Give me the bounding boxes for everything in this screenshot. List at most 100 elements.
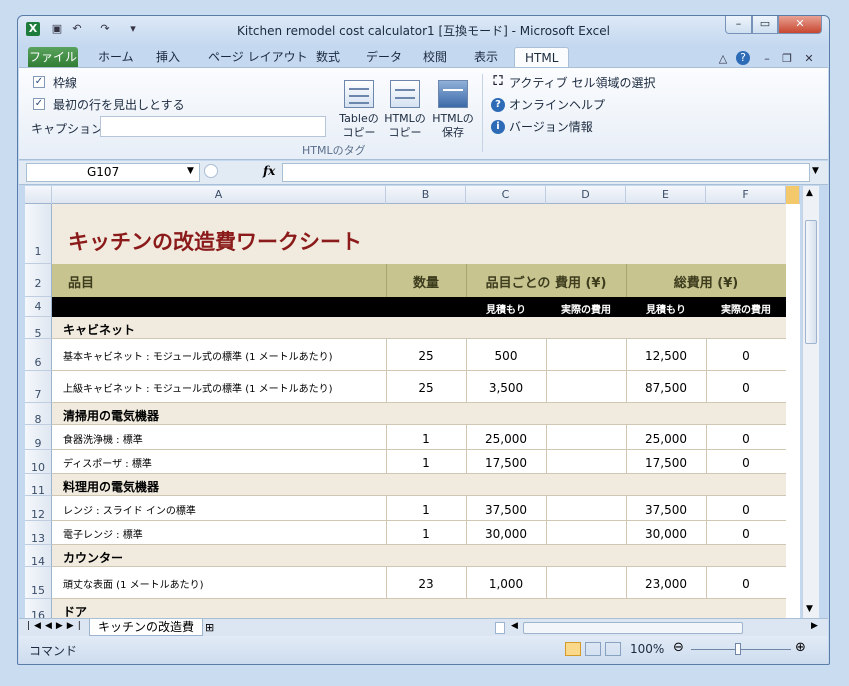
actual-total-cell[interactable]: 0 [706, 381, 786, 395]
row-header-16[interactable]: 16 [25, 599, 52, 618]
insert-sheet-icon[interactable]: ⊞ [205, 621, 214, 634]
item-label[interactable]: 基本キャビネット : モジュール式の標準 (1 メートルあたり) [63, 348, 383, 363]
select-active-region-button[interactable]: アクティブ セル領域の選択 [509, 74, 656, 91]
header-total-cost[interactable]: 総費用 (¥) [626, 272, 786, 291]
subheader-actual-1[interactable]: 実際の費用 [546, 301, 626, 316]
row-header-14[interactable]: 14 [25, 545, 52, 568]
actual-total-cell[interactable]: 0 [706, 503, 786, 517]
estimate-cost-cell[interactable]: 1,000 [466, 577, 546, 591]
quantity-cell[interactable]: 1 [386, 503, 466, 517]
scroll-down-icon[interactable]: ▼ [806, 604, 813, 614]
row-header-1[interactable]: 1 [25, 204, 52, 264]
formula-input[interactable] [282, 163, 810, 182]
item-label[interactable]: 電子レンジ : 標準 [63, 526, 383, 541]
normal-view-icon[interactable] [565, 642, 581, 656]
column-header-f[interactable]: F [706, 186, 786, 204]
estimate-total-cell[interactable]: 17,500 [626, 456, 706, 470]
quantity-cell[interactable]: 1 [386, 456, 466, 470]
estimate-cost-cell[interactable]: 30,000 [466, 527, 546, 541]
save-html-button[interactable]: HTMLの 保存 [429, 80, 477, 140]
subheader-estimate-2[interactable]: 見積もり [626, 301, 706, 316]
actual-total-cell[interactable]: 0 [706, 349, 786, 363]
tab-formulas[interactable]: 数式 [306, 47, 350, 68]
row-header-8[interactable]: 8 [25, 403, 52, 426]
row-header-12[interactable]: 12 [25, 496, 52, 521]
scroll-up-icon[interactable]: ▲ [806, 188, 813, 198]
scroll-left-icon[interactable]: ◀ [511, 621, 518, 631]
tab-html[interactable]: HTML [514, 47, 570, 68]
estimate-total-cell[interactable]: 23,000 [626, 577, 706, 591]
name-box-dropdown-icon[interactable]: ▼ [187, 166, 194, 176]
close-button[interactable]: ✕ [778, 16, 822, 34]
column-header-a[interactable]: A [52, 186, 386, 204]
row-header-10[interactable]: 10 [25, 450, 52, 474]
row-header-9[interactable]: 9 [25, 425, 52, 450]
quantity-cell[interactable]: 1 [386, 432, 466, 446]
category-label[interactable]: キャビネット [63, 321, 383, 338]
worksheet-grid[interactable]: A B C D E F 1 キッチンの改造費ワークシート 2 品目 数量 品目ご… [25, 186, 800, 618]
copy-html-button[interactable]: HTMLの コピー [381, 80, 429, 140]
estimate-cost-cell[interactable]: 17,500 [466, 456, 546, 470]
insert-function-icon[interactable]: fx [263, 164, 275, 178]
column-header-b[interactable]: B [386, 186, 466, 204]
column-header-e[interactable]: E [626, 186, 706, 204]
quantity-cell[interactable]: 1 [386, 527, 466, 541]
formula-expand-icon[interactable]: ▼ [812, 166, 819, 176]
caption-input[interactable] [100, 116, 326, 137]
tab-page-layout[interactable]: ページ レイアウト [198, 47, 318, 68]
actual-total-cell[interactable]: 0 [706, 432, 786, 446]
tab-view[interactable]: 表示 [464, 47, 508, 68]
vertical-scrollbar[interactable]: ▲ ▼ [802, 186, 819, 618]
item-label[interactable]: 頑丈な表面 (1 メートルあたり) [63, 576, 383, 591]
help-icon[interactable]: ? [736, 51, 750, 65]
tab-split-handle[interactable] [495, 622, 505, 634]
actual-total-cell[interactable]: 0 [706, 527, 786, 541]
copy-table-button[interactable]: Tableの コピー [335, 80, 383, 140]
maximize-button[interactable]: ▭ [752, 16, 778, 34]
item-label[interactable]: 食器洗浄機 : 標準 [63, 431, 383, 446]
minimize-button[interactable]: – [725, 16, 752, 34]
actual-total-cell[interactable]: 0 [706, 577, 786, 591]
name-box[interactable]: G107 [26, 163, 200, 182]
header-quantity[interactable]: 数量 [386, 272, 466, 291]
column-header-g[interactable] [786, 186, 800, 204]
column-header-c[interactable]: C [466, 186, 546, 204]
actual-total-cell[interactable]: 0 [706, 456, 786, 470]
row-header-2[interactable]: 2 [25, 264, 52, 297]
tab-review[interactable]: 校閲 [413, 47, 457, 68]
subheader-actual-2[interactable]: 実際の費用 [706, 301, 786, 316]
tab-data[interactable]: データ [356, 47, 412, 68]
estimate-total-cell[interactable]: 87,500 [626, 381, 706, 395]
estimate-total-cell[interactable]: 30,000 [626, 527, 706, 541]
column-header-d[interactable]: D [546, 186, 626, 204]
version-info-button[interactable]: バージョン情報 [509, 118, 593, 135]
workbook-close-icon[interactable]: ✕ [802, 52, 816, 66]
estimate-cost-cell[interactable]: 37,500 [466, 503, 546, 517]
estimate-total-cell[interactable]: 37,500 [626, 503, 706, 517]
header-checkbox[interactable]: ✓ [33, 98, 45, 110]
sheet-nav-icons[interactable]: |◀◀▶▶| [27, 621, 85, 631]
workbook-minimize-icon[interactable]: – [760, 52, 774, 66]
estimate-cost-cell[interactable]: 500 [466, 349, 546, 363]
row-header-5[interactable]: 5 [25, 317, 52, 340]
item-label[interactable]: ディスポーザ : 標準 [63, 455, 383, 470]
page-break-view-icon[interactable] [605, 642, 621, 656]
scroll-right-icon[interactable]: ▶ [811, 621, 818, 631]
tab-insert[interactable]: 挿入 [146, 47, 190, 68]
row-header-15[interactable]: 15 [25, 567, 52, 599]
item-label[interactable]: レンジ : スライド インの標準 [63, 502, 383, 517]
category-label[interactable]: 清掃用の電気機器 [63, 407, 383, 424]
zoom-slider-thumb[interactable] [735, 643, 741, 655]
row-header-11[interactable]: 11 [25, 474, 52, 497]
quantity-cell[interactable]: 25 [386, 381, 466, 395]
row-header-13[interactable]: 13 [25, 521, 52, 545]
workbook-restore-icon[interactable]: ❐ [780, 52, 794, 66]
tab-home[interactable]: ホーム [88, 47, 144, 68]
estimate-cost-cell[interactable]: 3,500 [466, 381, 546, 395]
border-checkbox[interactable]: ✓ [33, 76, 45, 88]
header-item-cost[interactable]: 品目ごとの 費用 (¥) [466, 272, 626, 291]
online-help-button[interactable]: オンラインヘルプ [509, 96, 605, 113]
zoom-in-icon[interactable]: ⊕ [795, 640, 806, 655]
sheet-tab-kitchen[interactable]: キッチンの改造費 [89, 619, 204, 636]
subheader-estimate-1[interactable]: 見積もり [466, 301, 546, 316]
